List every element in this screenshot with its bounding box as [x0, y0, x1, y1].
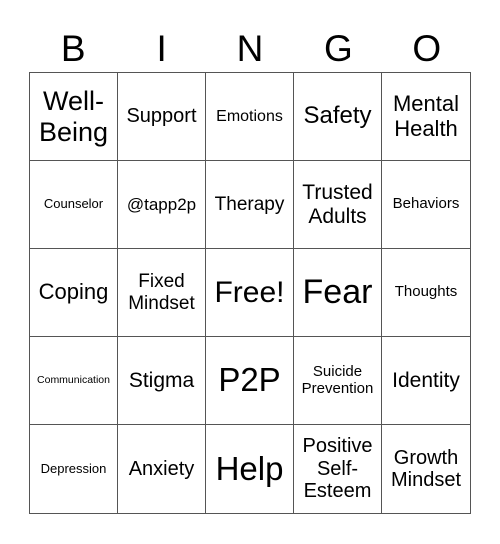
bingo-cell[interactable]: Mental Health — [382, 73, 470, 161]
bingo-cell[interactable]: Safety — [294, 73, 382, 161]
bingo-cell[interactable]: Counselor — [30, 161, 118, 249]
bingo-cell[interactable]: Therapy — [206, 161, 294, 249]
bingo-cell[interactable]: @tapp2p — [118, 161, 206, 249]
header-letter-b: B — [60, 28, 86, 69]
bingo-cell[interactable]: Coping — [30, 249, 118, 337]
header-letter-g: G — [323, 28, 353, 69]
bingo-card-grid: Well-Being Support Emotions Safety Menta… — [29, 72, 471, 514]
bingo-cell[interactable]: Behaviors — [382, 161, 470, 249]
bingo-cell[interactable]: Suicide Prevention — [294, 337, 382, 425]
bingo-cell[interactable]: Anxiety — [118, 425, 206, 513]
bingo-cell[interactable]: Depression — [30, 425, 118, 513]
bingo-cell[interactable]: Growth Mindset — [382, 425, 470, 513]
bingo-header: B I N G O — [29, 26, 471, 72]
bingo-cell[interactable]: Communication — [30, 337, 118, 425]
header-letter-o: O — [412, 28, 442, 69]
bingo-cell[interactable]: Fear — [294, 249, 382, 337]
bingo-cell[interactable]: Emotions — [206, 73, 294, 161]
bingo-cell[interactable]: Trusted Adults — [294, 161, 382, 249]
bingo-cell[interactable]: Fixed Mindset — [118, 249, 206, 337]
header-letter-i: I — [156, 28, 167, 69]
bingo-cell[interactable]: Thoughts — [382, 249, 470, 337]
bingo-cell[interactable]: P2P — [206, 337, 294, 425]
bingo-cell[interactable]: Support — [118, 73, 206, 161]
header-letter-n: N — [236, 28, 264, 69]
bingo-cell[interactable]: Stigma — [118, 337, 206, 425]
bingo-cell[interactable]: Well-Being — [30, 73, 118, 161]
bingo-cell[interactable]: Help — [206, 425, 294, 513]
bingo-cell[interactable]: Positive Self-Esteem — [294, 425, 382, 513]
free-space-cell[interactable]: Free! — [206, 249, 294, 337]
bingo-cell[interactable]: Identity — [382, 337, 470, 425]
